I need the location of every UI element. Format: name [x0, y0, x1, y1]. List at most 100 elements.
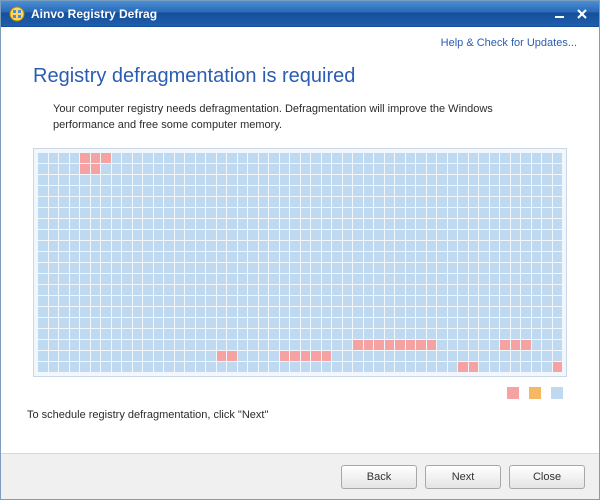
- defrag-cell: [248, 153, 258, 163]
- defrag-cell: [406, 219, 416, 229]
- defrag-cell: [59, 197, 69, 207]
- defrag-cell: [101, 153, 111, 163]
- defrag-cell: [406, 362, 416, 372]
- defrag-cell: [553, 164, 563, 174]
- defrag-cell: [521, 274, 531, 284]
- defrag-cell: [133, 318, 143, 328]
- defrag-cell: [479, 208, 489, 218]
- defrag-cell: [154, 197, 164, 207]
- defrag-cell: [469, 186, 479, 196]
- defrag-cell: [196, 175, 206, 185]
- defrag-cell: [532, 208, 542, 218]
- defrag-cell: [448, 274, 458, 284]
- defrag-cell: [70, 219, 80, 229]
- defrag-cell: [206, 318, 216, 328]
- defrag-cell: [458, 230, 468, 240]
- defrag-cell: [164, 274, 174, 284]
- defrag-cell: [101, 230, 111, 240]
- defrag-cell: [500, 252, 510, 262]
- defrag-cell: [269, 307, 279, 317]
- defrag-cell: [164, 230, 174, 240]
- next-button[interactable]: Next: [425, 465, 501, 489]
- defrag-cell: [490, 186, 500, 196]
- defrag-cell: [322, 153, 332, 163]
- defrag-cell: [385, 274, 395, 284]
- defrag-cell: [532, 241, 542, 251]
- defrag-cell: [49, 274, 59, 284]
- defrag-cell: [448, 340, 458, 350]
- defrag-cell: [101, 263, 111, 273]
- defrag-cell: [511, 351, 521, 361]
- defrag-cell: [175, 285, 185, 295]
- defrag-cell: [343, 296, 353, 306]
- defrag-cell: [427, 329, 437, 339]
- defrag-cell: [385, 329, 395, 339]
- help-updates-link[interactable]: Help & Check for Updates...: [441, 37, 577, 49]
- defrag-cell: [143, 285, 153, 295]
- defrag-cell: [196, 241, 206, 251]
- defrag-cell: [70, 197, 80, 207]
- defrag-cell: [185, 362, 195, 372]
- defrag-cell: [353, 340, 363, 350]
- defrag-cell: [479, 219, 489, 229]
- defrag-cell: [217, 230, 227, 240]
- defrag-cell: [238, 186, 248, 196]
- defrag-cell: [374, 318, 384, 328]
- defrag-cell: [49, 329, 59, 339]
- defrag-cell: [133, 340, 143, 350]
- defrag-cell: [112, 164, 122, 174]
- defrag-cell: [269, 329, 279, 339]
- defrag-cell: [227, 362, 237, 372]
- defrag-cell: [416, 296, 426, 306]
- defrag-cell: [290, 362, 300, 372]
- defrag-cell: [500, 329, 510, 339]
- defrag-cell: [553, 230, 563, 240]
- minimize-button[interactable]: [549, 5, 571, 23]
- defrag-cell: [38, 329, 48, 339]
- defrag-cell: [154, 186, 164, 196]
- title-bar[interactable]: Ainvo Registry Defrag: [1, 1, 599, 27]
- defrag-cell: [458, 318, 468, 328]
- defrag-cell: [206, 230, 216, 240]
- defrag-cell: [269, 285, 279, 295]
- defrag-cell: [122, 175, 132, 185]
- defrag-cell: [238, 362, 248, 372]
- close-button[interactable]: Close: [509, 465, 585, 489]
- defrag-cell: [458, 219, 468, 229]
- defrag-cell: [80, 296, 90, 306]
- defrag-cell: [112, 329, 122, 339]
- defrag-cell: [269, 340, 279, 350]
- defrag-cell: [238, 285, 248, 295]
- defrag-cell: [311, 230, 321, 240]
- defrag-cell: [101, 285, 111, 295]
- defrag-cell: [416, 362, 426, 372]
- defrag-cell: [143, 274, 153, 284]
- defrag-cell: [322, 175, 332, 185]
- defrag-cell: [280, 362, 290, 372]
- defrag-cell: [353, 230, 363, 240]
- back-button[interactable]: Back: [341, 465, 417, 489]
- defrag-cell: [322, 296, 332, 306]
- defrag-cell: [185, 263, 195, 273]
- defrag-cell: [406, 175, 416, 185]
- defrag-cell: [196, 164, 206, 174]
- page-description: Your computer registry needs defragmenta…: [53, 102, 553, 134]
- defrag-cell: [322, 164, 332, 174]
- defrag-cell: [364, 329, 374, 339]
- defrag-cell: [49, 208, 59, 218]
- defrag-cell: [259, 186, 269, 196]
- defrag-cell: [332, 318, 342, 328]
- defrag-cell: [185, 285, 195, 295]
- defrag-cell: [385, 263, 395, 273]
- defrag-cell: [542, 208, 552, 218]
- defrag-cell: [101, 241, 111, 251]
- defrag-cell: [175, 153, 185, 163]
- defrag-cell: [322, 362, 332, 372]
- defrag-cell: [353, 351, 363, 361]
- defrag-cell: [248, 307, 258, 317]
- defrag-cell: [133, 252, 143, 262]
- defrag-cell: [301, 285, 311, 295]
- defrag-cell: [311, 219, 321, 229]
- defrag-cell: [448, 318, 458, 328]
- close-window-button[interactable]: [571, 5, 593, 23]
